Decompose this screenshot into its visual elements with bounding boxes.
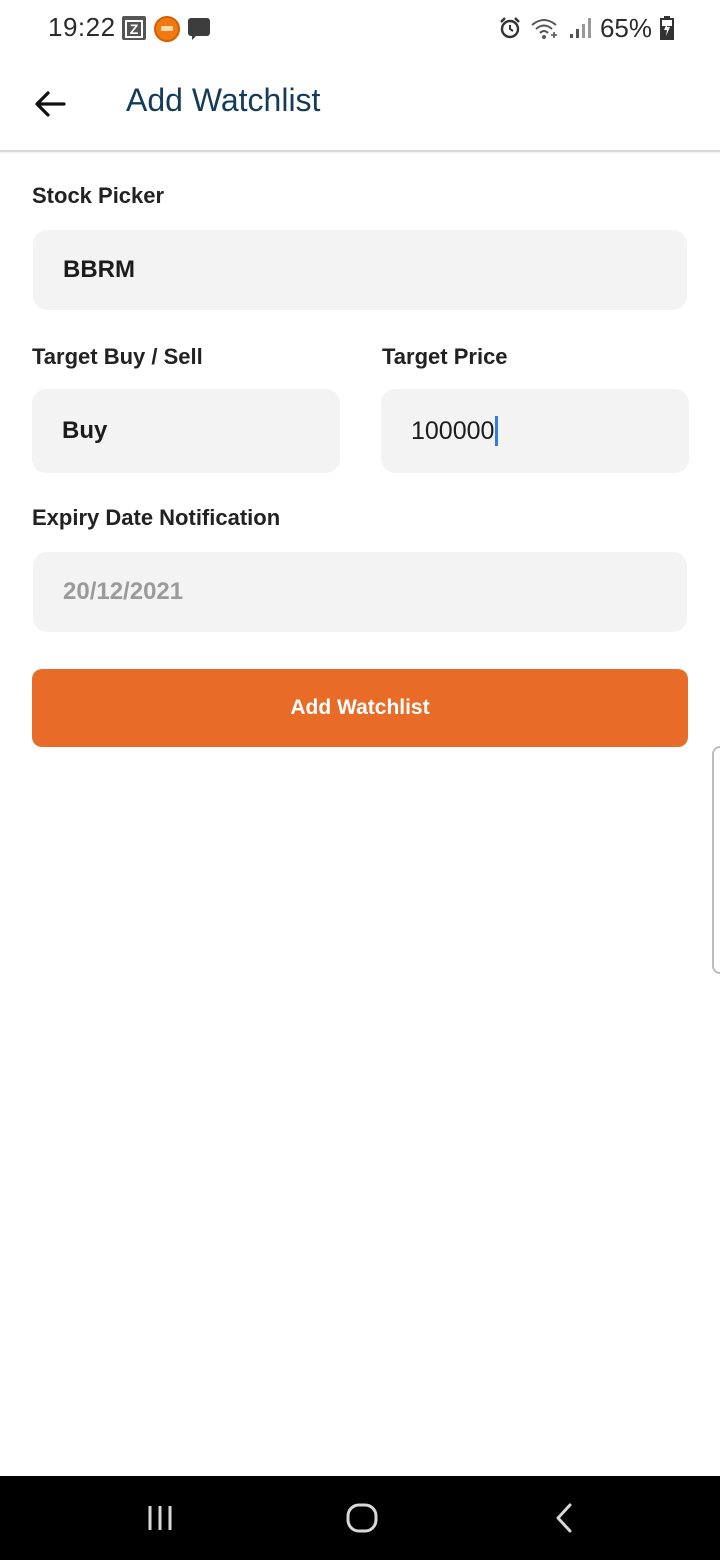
game-app-icon: [154, 16, 180, 42]
stock-picker-label: Stock Picker: [32, 183, 165, 208]
target-buy-sell-field[interactable]: Buy: [32, 389, 340, 473]
status-indicators: 65%: [498, 12, 674, 44]
back-button[interactable]: [26, 80, 74, 128]
recent-apps-button[interactable]: [100, 1476, 220, 1560]
signal-icon: [569, 18, 591, 38]
system-nav-bar: [0, 1476, 720, 1560]
wifi-icon: [531, 19, 557, 39]
z-app-icon: Z: [122, 16, 146, 40]
target-buy-sell-value: Buy: [62, 417, 108, 444]
target-buy-sell-label: Target Buy / Sell: [32, 344, 203, 369]
battery-percent: 65%: [599, 12, 652, 43]
back-icon: [556, 1503, 572, 1533]
expiry-date-field[interactable]: 20/12/2021: [33, 552, 687, 632]
target-price-label: Target Price: [382, 344, 508, 369]
nav-back-button[interactable]: [504, 1476, 624, 1560]
arrow-left-icon: [35, 91, 66, 117]
alarm-icon: [500, 17, 520, 39]
home-icon: [346, 1503, 378, 1533]
add-watchlist-button[interactable]: Add Watchlist: [32, 669, 688, 747]
stock-picker-field[interactable]: BBRM: [33, 230, 687, 310]
target-price-value: 100000: [411, 416, 495, 445]
home-button[interactable]: [302, 1476, 422, 1560]
expiry-date-placeholder: 20/12/2021: [63, 578, 184, 605]
text-cursor: [495, 416, 499, 446]
expiry-date-label: Expiry Date Notification: [32, 505, 281, 530]
message-icon: [188, 18, 210, 40]
recent-apps-icon: [148, 1506, 172, 1530]
edge-panel-handle[interactable]: [712, 746, 720, 974]
battery-icon: [660, 16, 674, 40]
page-title: Add Watchlist: [126, 82, 321, 118]
app-bar: Add Watchlist: [0, 56, 720, 152]
status-bar: 19:22 Z 65%: [0, 0, 720, 56]
target-price-field[interactable]: 100000: [381, 389, 689, 473]
stock-picker-value: BBRM: [63, 256, 135, 283]
status-time: 19:22: [48, 12, 116, 42]
